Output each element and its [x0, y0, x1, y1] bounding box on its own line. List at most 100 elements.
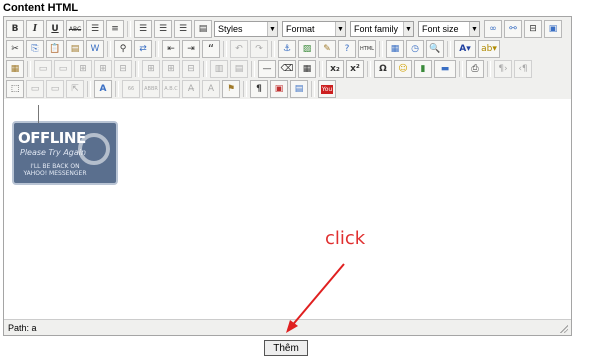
separator: [115, 81, 119, 97]
insert-row-before-button[interactable]: ⊞: [74, 60, 92, 78]
cut-button[interactable]: ✂: [6, 40, 24, 58]
styles-select[interactable]: Styles ▼: [214, 21, 278, 37]
style-props-button[interactable]: A: [94, 80, 112, 98]
help-button[interactable]: ?: [338, 40, 356, 58]
split-cells-button[interactable]: ▥: [210, 60, 228, 78]
rtl-button[interactable]: ‹¶: [514, 60, 532, 78]
text-color-button[interactable]: A▾: [454, 40, 476, 58]
print-button[interactable]: ⎙: [466, 60, 484, 78]
align-right-button[interactable]: ☰: [174, 20, 192, 38]
align-center-button[interactable]: ☰: [154, 20, 172, 38]
outdent-icon: ⇤: [167, 44, 175, 54]
delete-col-button[interactable]: ⊟: [182, 60, 200, 78]
youtube-icon: You: [320, 84, 334, 94]
image-icon: ▨: [302, 44, 312, 54]
advanced-hr-icon: ▬: [440, 64, 450, 74]
text-color-icon: A▾: [459, 44, 471, 54]
insert-link-button[interactable]: ∞: [484, 20, 502, 38]
abbr-button[interactable]: ABBR: [142, 80, 160, 98]
subscript-button[interactable]: x₂: [326, 60, 344, 78]
bullet-list-button[interactable]: ☰: [86, 20, 104, 38]
click-annotation: click: [325, 228, 366, 249]
cell-props-button[interactable]: ▭: [54, 60, 72, 78]
merge-cells-button[interactable]: ▤: [230, 60, 248, 78]
outdent-button[interactable]: ⇤: [162, 40, 180, 58]
visual-aid-icon: ▦: [302, 64, 312, 74]
paste-button[interactable]: 📋: [46, 40, 64, 58]
insert-layer-button[interactable]: ⬚: [6, 80, 24, 98]
delete-row-button[interactable]: ⊟: [114, 60, 132, 78]
insert-time-button[interactable]: ◷: [406, 40, 424, 58]
bold-button[interactable]: B: [6, 20, 24, 38]
template-button[interactable]: ▣: [270, 80, 288, 98]
paste-word-button[interactable]: W: [86, 40, 104, 58]
font-size-select[interactable]: Font size ▼: [418, 21, 480, 37]
insert-date-button[interactable]: ▦: [386, 40, 404, 58]
visual-aid-button[interactable]: ▦: [298, 60, 316, 78]
ltr-button[interactable]: ¶›: [494, 60, 512, 78]
move-forward-button[interactable]: ▭: [26, 80, 44, 98]
editor-toolbar: B I U ABC ☰ ≡ ☰ ☰ ☰ ▤ Styles ▼ Format ▼ Fo…: [4, 17, 571, 100]
superscript-button[interactable]: x²: [346, 60, 364, 78]
insert-text-button[interactable]: A: [202, 80, 220, 98]
undo-button[interactable]: ↶: [230, 40, 248, 58]
separator: [379, 41, 383, 57]
page-props-button[interactable]: ▤: [290, 80, 308, 98]
resize-grip-icon[interactable]: [559, 324, 568, 333]
insert-col-after-button[interactable]: ⊞: [162, 60, 180, 78]
acronym-button[interactable]: A.B.C: [162, 80, 180, 98]
cite-button[interactable]: 66: [122, 80, 140, 98]
media-button[interactable]: ▮: [414, 60, 432, 78]
numbered-list-button[interactable]: ≡: [106, 20, 124, 38]
separator: [367, 61, 371, 77]
broom-icon: ✎: [323, 44, 331, 54]
remove-format-button[interactable]: ⌫: [278, 60, 296, 78]
insert-col-before-button[interactable]: ⊞: [142, 60, 160, 78]
font-family-select[interactable]: Font family ▼: [350, 21, 414, 37]
advanced-hr-button[interactable]: ▬: [434, 60, 456, 78]
indent-button[interactable]: ⇥: [182, 40, 200, 58]
row-props-button[interactable]: ▭: [34, 60, 52, 78]
special-char-button[interactable]: Ω: [374, 60, 392, 78]
blockquote-button[interactable]: “: [202, 40, 220, 58]
offline-sign-image[interactable]: OFFLINE Please Try Again I'LL BE BACK ON…: [12, 105, 118, 185]
preview-button[interactable]: 🔍: [426, 40, 444, 58]
youtube-button[interactable]: You: [318, 80, 336, 98]
italic-button[interactable]: I: [26, 20, 44, 38]
redo-button[interactable]: ↷: [250, 40, 268, 58]
show-blocks-button[interactable]: ¶: [250, 80, 268, 98]
emoticons-button[interactable]: ☺: [394, 60, 412, 78]
page-break-icon: ⊟: [529, 24, 537, 34]
find-button[interactable]: ⚲: [114, 40, 132, 58]
sign-back-line-2: YAHOO! MESSENGER: [23, 170, 87, 177]
page-break-button[interactable]: ⊟: [524, 20, 542, 38]
table-button[interactable]: ▦: [6, 60, 24, 78]
separator: [107, 41, 111, 57]
align-justify-button[interactable]: ▤: [194, 20, 212, 38]
absolute-button[interactable]: ⇱: [66, 80, 84, 98]
paste-text-button[interactable]: ▤: [66, 40, 84, 58]
fullscreen-button[interactable]: ▣: [544, 20, 562, 38]
unlink-button[interactable]: ⚯: [504, 20, 522, 38]
them-submit-button[interactable]: Thêm: [264, 340, 308, 356]
unlink-icon: ⚯: [509, 24, 517, 34]
separator: [487, 61, 491, 77]
horizontal-rule-button[interactable]: —: [258, 60, 276, 78]
underline-button[interactable]: U: [46, 20, 64, 38]
delete-text-button[interactable]: A̶: [182, 80, 200, 98]
insert-image-button[interactable]: ▨: [298, 40, 316, 58]
align-left-button[interactable]: ☰: [134, 20, 152, 38]
anchor-button[interactable]: ⚓: [278, 40, 296, 58]
html-source-button[interactable]: HTML: [358, 40, 376, 58]
cleanup-button[interactable]: ✎: [318, 40, 336, 58]
bold-icon: B: [11, 24, 19, 34]
attributes-button[interactable]: ⚑: [222, 80, 240, 98]
strikethrough-button[interactable]: ABC: [66, 20, 84, 38]
background-color-button[interactable]: ab▾: [478, 40, 500, 58]
move-backward-button[interactable]: ▭: [46, 80, 64, 98]
copy-button[interactable]: ⎘: [26, 40, 44, 58]
replace-button[interactable]: ⇄: [134, 40, 152, 58]
separator: [459, 61, 463, 77]
format-select[interactable]: Format ▼: [282, 21, 346, 37]
insert-row-after-button[interactable]: ⊞: [94, 60, 112, 78]
